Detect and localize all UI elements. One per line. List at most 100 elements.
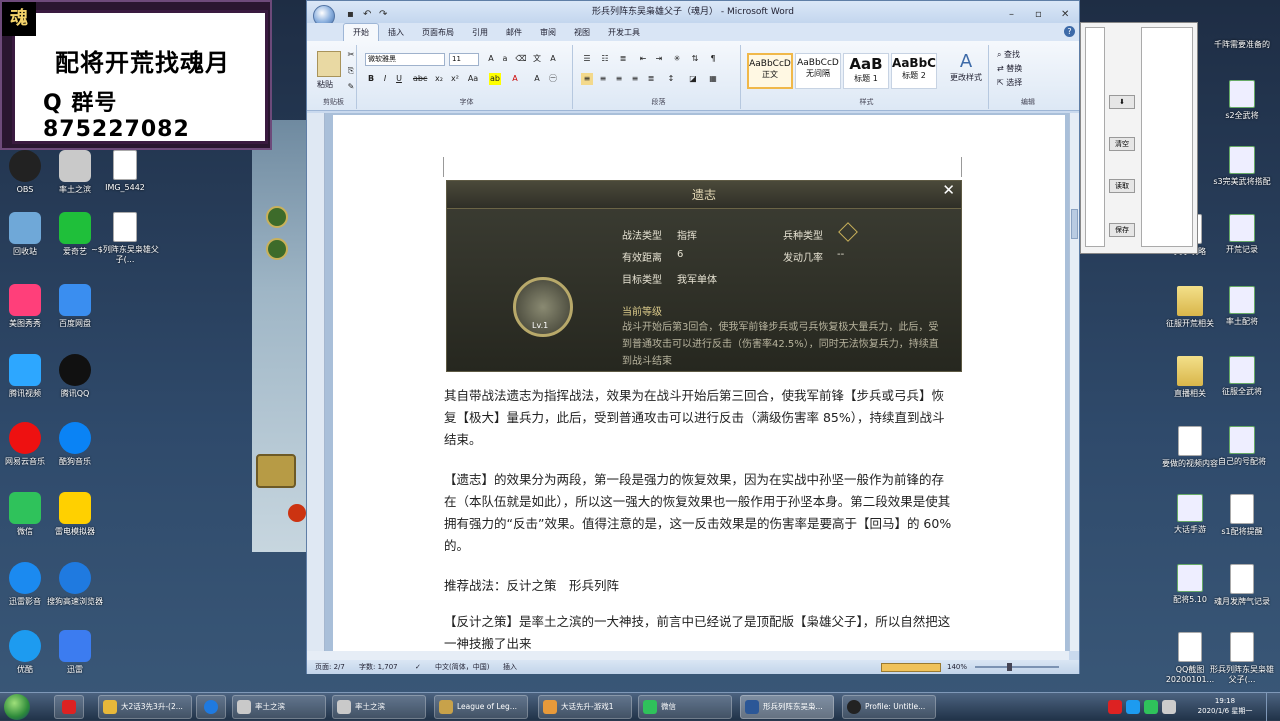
tab-insert[interactable]: 插入: [379, 24, 413, 42]
text-box[interactable]: [1141, 27, 1193, 247]
scroll-down-button[interactable]: ⬇: [1109, 95, 1135, 109]
clear-button[interactable]: 清空: [1109, 137, 1135, 151]
tab-home[interactable]: 开始: [343, 23, 379, 41]
clear-format-icon[interactable]: ⌫: [515, 53, 527, 65]
horizontal-scrollbar[interactable]: [307, 651, 1069, 660]
desktop-icon-sogou-browser[interactable]: 搜狗高速浏览器: [40, 562, 110, 607]
font-name-select[interactable]: 微软雅黑: [365, 53, 445, 66]
desktop-icon-right[interactable]: s3完美武将搭配: [1210, 146, 1274, 187]
save-button[interactable]: 保存: [1109, 223, 1135, 237]
justify-icon[interactable]: ≡: [629, 73, 641, 85]
grow-font-icon[interactable]: A: [485, 53, 497, 65]
zoom-slider[interactable]: [975, 666, 1059, 668]
taskbar-item[interactable]: [54, 695, 84, 719]
format-painter-icon[interactable]: ✎: [345, 81, 357, 93]
desktop-icon-right[interactable]: 率土配将: [1210, 286, 1274, 327]
bullets-icon[interactable]: ☰: [581, 53, 593, 65]
zoom-slider-thumb[interactable]: [1007, 663, 1012, 671]
desktop-icon-image-file[interactable]: IMG_5442: [90, 150, 160, 193]
increase-indent-icon[interactable]: ⇥: [653, 53, 665, 65]
desktop-icon-xunlei[interactable]: 迅雷: [40, 630, 110, 675]
borders-icon[interactable]: ▦: [707, 73, 719, 85]
taskbar-item[interactable]: 大2话3先3升-(2...: [98, 695, 192, 719]
tray-icon[interactable]: [1126, 700, 1140, 714]
desktop-icon-kugou[interactable]: 酷狗音乐: [40, 422, 110, 467]
char-border-icon[interactable]: A: [547, 53, 559, 65]
tab-references[interactable]: 引用: [463, 24, 497, 42]
numbering-icon[interactable]: ☷: [599, 53, 611, 65]
cut-icon[interactable]: ✂: [345, 49, 357, 61]
load-button[interactable]: 读取: [1109, 179, 1135, 193]
desktop-icon-ldplayer[interactable]: 雷电模拟器: [40, 492, 110, 537]
distributed-icon[interactable]: ≣: [645, 73, 657, 85]
line-spacing-icon[interactable]: ↕: [665, 73, 677, 85]
tray-icon[interactable]: [1144, 700, 1158, 714]
tab-mailings[interactable]: 邮件: [497, 24, 531, 42]
taskbar-item[interactable]: 率土之滨: [232, 695, 326, 719]
multilevel-list-icon[interactable]: ≣: [617, 53, 629, 65]
char-shading-icon[interactable]: A: [531, 73, 543, 85]
clock[interactable]: 19:18 2020/1/6 星期一: [1196, 696, 1254, 716]
taskbar-item[interactable]: 微信: [638, 695, 732, 719]
game-window-strip[interactable]: [252, 120, 306, 552]
view-buttons[interactable]: [881, 663, 941, 672]
desktop-icon-temp-doc[interactable]: ~$列阵东吴枭雄父子(...: [90, 212, 160, 265]
text-box[interactable]: [1085, 27, 1105, 247]
start-button[interactable]: [4, 694, 30, 720]
decrease-indent-icon[interactable]: ⇤: [637, 53, 649, 65]
desktop-icon-right[interactable]: s1配将提醒: [1210, 494, 1274, 537]
tab-page-layout[interactable]: 页面布局: [413, 24, 463, 42]
tab-developer[interactable]: 开发工具: [599, 24, 649, 42]
find-button[interactable]: ⌕ 查找: [997, 49, 1020, 60]
bold-icon[interactable]: B: [365, 73, 377, 85]
desktop-icon-right[interactable]: s2全武将: [1210, 80, 1274, 121]
proofing-icon[interactable]: ✓: [415, 660, 421, 674]
taskbar-item-active[interactable]: 形兵列阵东吴枭...: [740, 695, 834, 719]
highlight-icon[interactable]: ab: [489, 73, 501, 85]
show-desktop-button[interactable]: [1266, 693, 1280, 721]
tab-review[interactable]: 审阅: [531, 24, 565, 42]
strikethrough-icon[interactable]: abc: [413, 73, 427, 85]
desktop-icon-right[interactable]: 形兵列阵东吴枭雄父子(...: [1210, 632, 1274, 685]
page-count[interactable]: 页面: 2/7: [315, 660, 345, 674]
insert-mode[interactable]: 插入: [503, 660, 517, 674]
enclose-char-icon[interactable]: ㊀: [547, 73, 559, 85]
desktop-icon-qq[interactable]: 腾讯QQ: [40, 354, 110, 399]
show-marks-icon[interactable]: ¶: [707, 53, 719, 65]
phonetic-icon[interactable]: 文: [531, 53, 543, 65]
font-size-select[interactable]: 11: [449, 53, 479, 66]
sort-icon[interactable]: ⇅: [689, 53, 701, 65]
taskbar-item[interactable]: 大话先升-游戏1: [538, 695, 632, 719]
tab-view[interactable]: 视图: [565, 24, 599, 42]
paste-icon[interactable]: [317, 51, 341, 77]
style-heading-1[interactable]: AaB 标题 1: [843, 53, 889, 89]
font-color-icon[interactable]: A: [509, 73, 521, 85]
superscript-icon[interactable]: x²: [449, 73, 461, 85]
taskbar-item[interactable]: League of Leg...: [434, 695, 528, 719]
align-center-icon[interactable]: ≡: [597, 73, 609, 85]
shrink-font-icon[interactable]: a: [499, 53, 511, 65]
subscript-icon[interactable]: x₂: [433, 73, 445, 85]
change-styles-button[interactable]: A 更改样式: [947, 51, 985, 83]
desktop-icon-right[interactable]: 自己的号配将: [1210, 426, 1274, 467]
select-button[interactable]: ⇱ 选择: [997, 77, 1022, 88]
style-normal[interactable]: AaBbCcD 正文: [747, 53, 793, 89]
word-count[interactable]: 字数: 1,707: [359, 660, 398, 674]
shading-icon[interactable]: ◪: [687, 73, 699, 85]
taskbar-item[interactable]: [196, 695, 226, 719]
copy-icon[interactable]: ⎘: [345, 65, 357, 77]
desktop-icon-baidu-pan[interactable]: 百度网盘: [40, 284, 110, 329]
underline-icon[interactable]: U: [393, 73, 405, 85]
chinese-layout-icon[interactable]: ✳: [671, 53, 683, 65]
volume-icon[interactable]: [1162, 700, 1176, 714]
tray-icon[interactable]: [1108, 700, 1122, 714]
language[interactable]: 中文(简体，中国): [435, 660, 489, 674]
replace-button[interactable]: ⇄ 替换: [997, 63, 1022, 74]
italic-icon[interactable]: I: [379, 73, 391, 85]
scroll-thumb[interactable]: [1071, 209, 1078, 239]
align-right-icon[interactable]: ≡: [613, 73, 625, 85]
taskbar-item[interactable]: 率土之滨: [332, 695, 426, 719]
zoom-level[interactable]: 140%: [947, 660, 967, 674]
style-heading-2[interactable]: AaBbC 标题 2: [891, 53, 937, 89]
mail-icon[interactable]: [256, 454, 296, 488]
